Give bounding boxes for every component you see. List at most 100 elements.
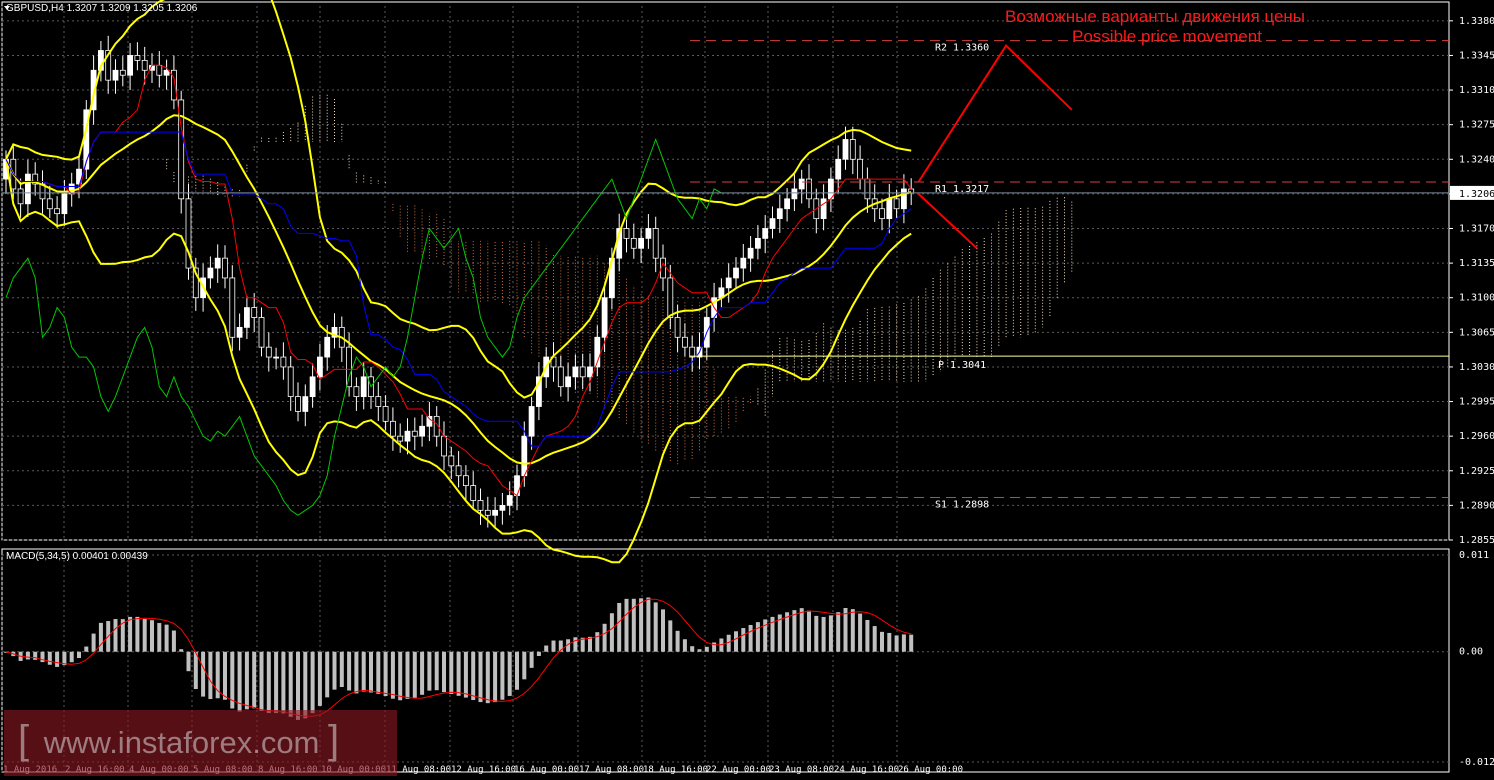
- forecast-arrow-path: [917, 193, 978, 250]
- macd-histogram-bar: [668, 620, 673, 652]
- candle-down: [441, 435, 447, 457]
- macd-histogram-bar: [33, 651, 38, 660]
- macd-histogram-bar: [755, 622, 760, 652]
- candle-up: [273, 356, 280, 359]
- macd-histogram-bar: [478, 651, 483, 703]
- macd-histogram-bar: [434, 651, 439, 691]
- macd-histogram-bar: [91, 633, 96, 652]
- macd-histogram-bar: [551, 640, 556, 652]
- candle-up: [426, 415, 433, 427]
- price-axis-label: 1.3380: [1459, 16, 1494, 27]
- candle-up: [316, 356, 323, 378]
- candle-up: [725, 277, 732, 289]
- macd-histogram-bar: [361, 651, 366, 692]
- price-axis-label: 1.3275: [1459, 120, 1494, 131]
- candle-up: [492, 509, 499, 516]
- price-axis-label: 1.3065: [1459, 327, 1494, 338]
- macd-histogram-bar: [653, 602, 658, 652]
- macd-histogram-bar: [573, 637, 578, 652]
- macd-histogram-bar: [332, 651, 337, 690]
- macd-histogram-bar: [193, 651, 198, 690]
- watermark-bracket-open: [: [18, 718, 36, 762]
- price-axis-label: 1.3240: [1459, 154, 1494, 165]
- macd-histogram-bar: [485, 651, 490, 704]
- time-axis-label: 24 Aug 16:00: [834, 765, 899, 775]
- candle-down: [652, 228, 659, 259]
- macd-histogram-bar: [544, 645, 549, 652]
- macd-histogram-bar: [661, 609, 665, 652]
- macd-histogram-bar: [850, 609, 855, 652]
- macd-histogram-bar: [354, 651, 359, 694]
- candle-up: [835, 158, 842, 180]
- macd-histogram-bar: [274, 651, 279, 714]
- macd-histogram-bar: [463, 651, 468, 698]
- candle-down: [397, 435, 404, 442]
- candle-up: [791, 188, 798, 200]
- macd-histogram-bar: [529, 651, 534, 668]
- candle-down: [484, 509, 491, 516]
- candle-up: [360, 376, 367, 398]
- candle-up: [127, 55, 133, 76]
- macd-histogram-bar: [113, 619, 118, 652]
- candle-down: [295, 396, 301, 412]
- candle-up: [112, 69, 119, 81]
- candle-up: [798, 178, 805, 190]
- candle-up: [572, 366, 579, 378]
- macd-histogram-bar: [420, 651, 425, 695]
- tenkan-line: [5, 64, 912, 497]
- candle-down: [682, 336, 688, 348]
- candle-down: [455, 465, 462, 477]
- candle-down: [251, 307, 258, 318]
- price-axis-label: 1.3100: [1459, 293, 1494, 304]
- macd-histogram-bar: [157, 623, 162, 652]
- candle-up: [587, 366, 593, 378]
- candle-up: [901, 188, 907, 210]
- candle-up: [214, 257, 221, 269]
- macd-info: MACD(5,34,5) 0.00401 0.00439: [6, 551, 148, 562]
- candle-down: [353, 386, 360, 398]
- macd-histogram-bar: [865, 619, 870, 652]
- candle-up: [514, 475, 520, 496]
- candle-down: [119, 69, 126, 76]
- candle-down: [470, 485, 477, 501]
- candle-down: [54, 208, 60, 215]
- macd-histogram-bar: [536, 651, 541, 656]
- macd-histogram-bar: [244, 651, 249, 710]
- pivot-level-label: R2 1.3360: [935, 43, 989, 54]
- macd-histogram-bar: [47, 651, 52, 665]
- macd-histogram-bar: [303, 651, 308, 719]
- macd-histogram-bar: [734, 631, 738, 652]
- time-axis-label: 12 Aug 16:00: [451, 765, 516, 775]
- candle-up: [565, 376, 571, 388]
- candle-down: [346, 346, 353, 388]
- candle-up: [163, 69, 170, 76]
- macd-histogram-bar: [602, 623, 607, 652]
- pivot-level-label: R1 1.3217: [935, 184, 989, 195]
- forecast-arrow-path: [917, 44, 1073, 183]
- candle-down: [46, 198, 53, 210]
- macd-histogram-bar: [252, 651, 257, 709]
- time-axis-label: 17 Aug 08:00: [579, 765, 644, 775]
- macd-histogram-bar: [171, 630, 176, 652]
- candle-down: [674, 317, 681, 338]
- macd-histogram-bar: [624, 598, 629, 652]
- bollinger-upper: [5, 0, 912, 399]
- bollinger-lower: [5, 159, 912, 564]
- macd-histogram-bar: [909, 634, 914, 652]
- macd-histogram-bar: [405, 651, 410, 699]
- macd-histogram-bar: [500, 651, 505, 700]
- candle-down: [17, 188, 24, 205]
- candle-down: [667, 277, 674, 318]
- macd-histogram-bar: [456, 651, 461, 696]
- candle-up: [243, 307, 250, 328]
- macd-histogram-bar: [339, 651, 344, 687]
- candle-down: [630, 237, 637, 249]
- candle-up: [784, 198, 790, 210]
- macd-histogram-bar: [697, 649, 702, 652]
- macd-histogram-bar: [741, 628, 746, 652]
- macd-histogram-bar: [310, 651, 315, 714]
- macd-histogram-bar: [135, 616, 140, 652]
- candle-up: [645, 228, 652, 239]
- candle-down: [265, 346, 272, 358]
- candle-down: [462, 475, 469, 487]
